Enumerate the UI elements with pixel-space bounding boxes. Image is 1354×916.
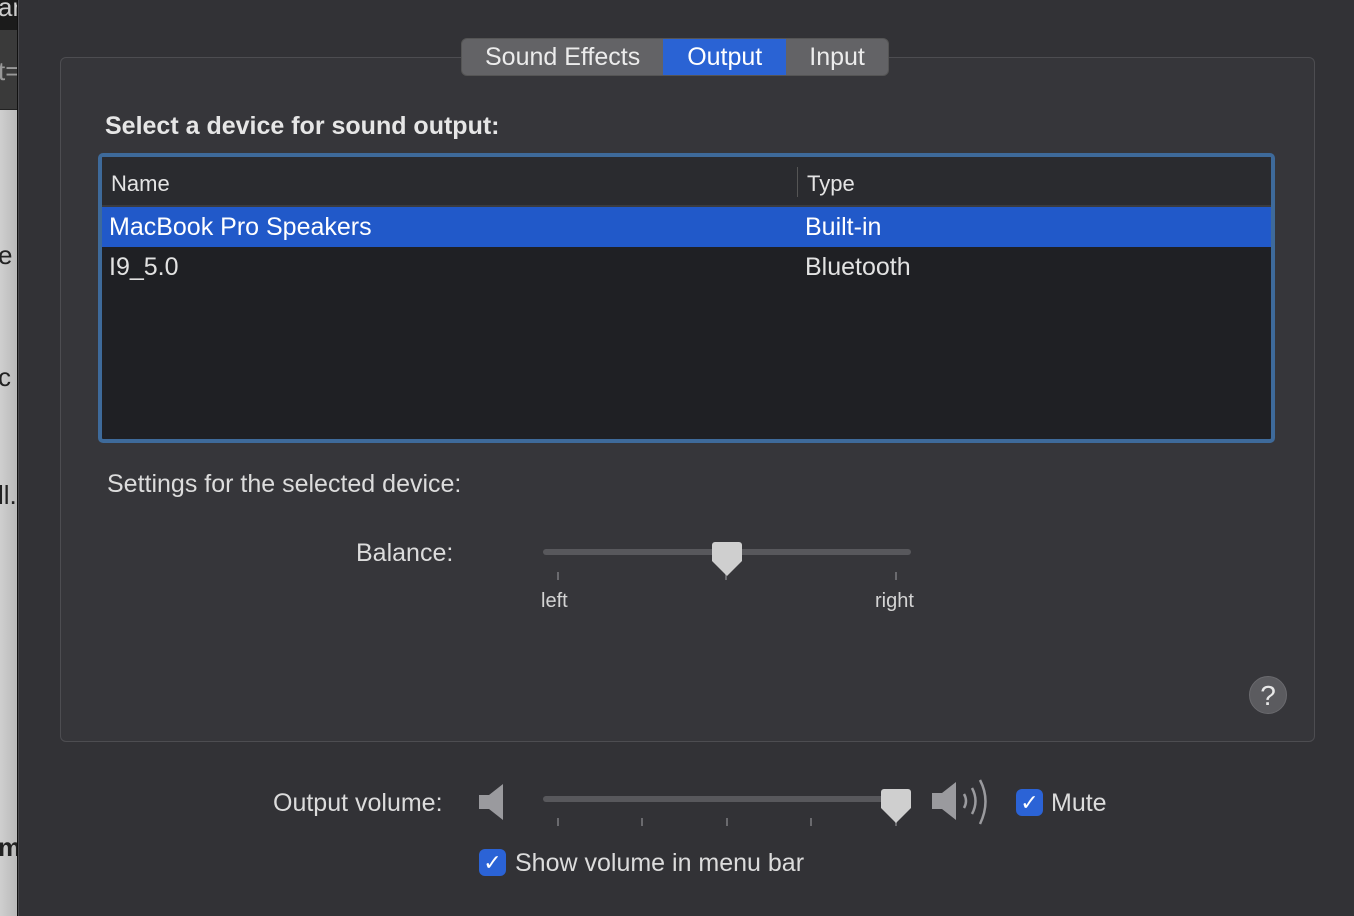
bg-text: m bbox=[0, 832, 17, 863]
help-button[interactable]: ? bbox=[1249, 676, 1287, 714]
tick bbox=[557, 818, 559, 826]
settings-heading: Settings for the selected device: bbox=[107, 470, 462, 498]
bg-text: e bbox=[0, 240, 12, 271]
balance-thumb[interactable] bbox=[711, 541, 743, 577]
device-list-heading: Select a device for sound output: bbox=[105, 112, 500, 140]
mute-checkbox[interactable]: ✓ bbox=[1016, 789, 1043, 816]
table-header: Name Type bbox=[102, 157, 1271, 207]
device-type: Built-in bbox=[805, 213, 882, 241]
background-app-window: ar t= e c ll. m bbox=[0, 0, 18, 916]
sound-preferences-window: Sound Effects Output Input Select a devi… bbox=[18, 0, 1354, 916]
balance-right-label: right bbox=[875, 590, 914, 612]
mute-label[interactable]: Mute bbox=[1051, 789, 1107, 818]
column-header-name[interactable]: Name bbox=[111, 171, 170, 197]
bg-text: t= bbox=[0, 56, 17, 87]
tick bbox=[557, 572, 559, 580]
bg-titlebar: ar bbox=[0, 0, 17, 30]
tick bbox=[895, 572, 897, 580]
show-volume-checkbox[interactable]: ✓ bbox=[479, 849, 506, 876]
table-row[interactable]: MacBook Pro Speakers Built-in bbox=[102, 207, 1271, 247]
bg-toolbar: t= bbox=[0, 30, 17, 110]
tick bbox=[641, 818, 643, 826]
column-divider[interactable] bbox=[797, 167, 798, 197]
speaker-high-icon bbox=[932, 779, 987, 825]
tab-input[interactable]: Input bbox=[786, 39, 888, 75]
tick bbox=[810, 818, 812, 826]
tab-output[interactable]: Output bbox=[663, 39, 787, 75]
bg-text: c bbox=[0, 362, 11, 393]
balance-label: Balance: bbox=[356, 539, 454, 567]
tab-bar: Sound Effects Output Input bbox=[461, 38, 889, 76]
bg-text: ar bbox=[0, 0, 17, 23]
balance-left-label: left bbox=[541, 590, 568, 612]
device-name: MacBook Pro Speakers bbox=[109, 213, 372, 241]
tick bbox=[726, 818, 728, 826]
volume-thumb[interactable] bbox=[880, 788, 912, 824]
column-header-type[interactable]: Type bbox=[807, 171, 855, 197]
device-name: I9_5.0 bbox=[109, 253, 179, 281]
device-table[interactable]: Name Type MacBook Pro Speakers Built-in … bbox=[98, 153, 1275, 443]
show-volume-label[interactable]: Show volume in menu bar bbox=[515, 849, 804, 878]
bg-text: ll. bbox=[0, 480, 17, 510]
volume-track[interactable] bbox=[543, 796, 911, 802]
tab-sound-effects[interactable]: Sound Effects bbox=[462, 39, 663, 75]
table-row[interactable]: I9_5.0 Bluetooth bbox=[102, 247, 1271, 287]
speaker-low-icon bbox=[479, 784, 503, 820]
device-type: Bluetooth bbox=[805, 253, 911, 281]
output-volume-label: Output volume: bbox=[273, 789, 443, 817]
